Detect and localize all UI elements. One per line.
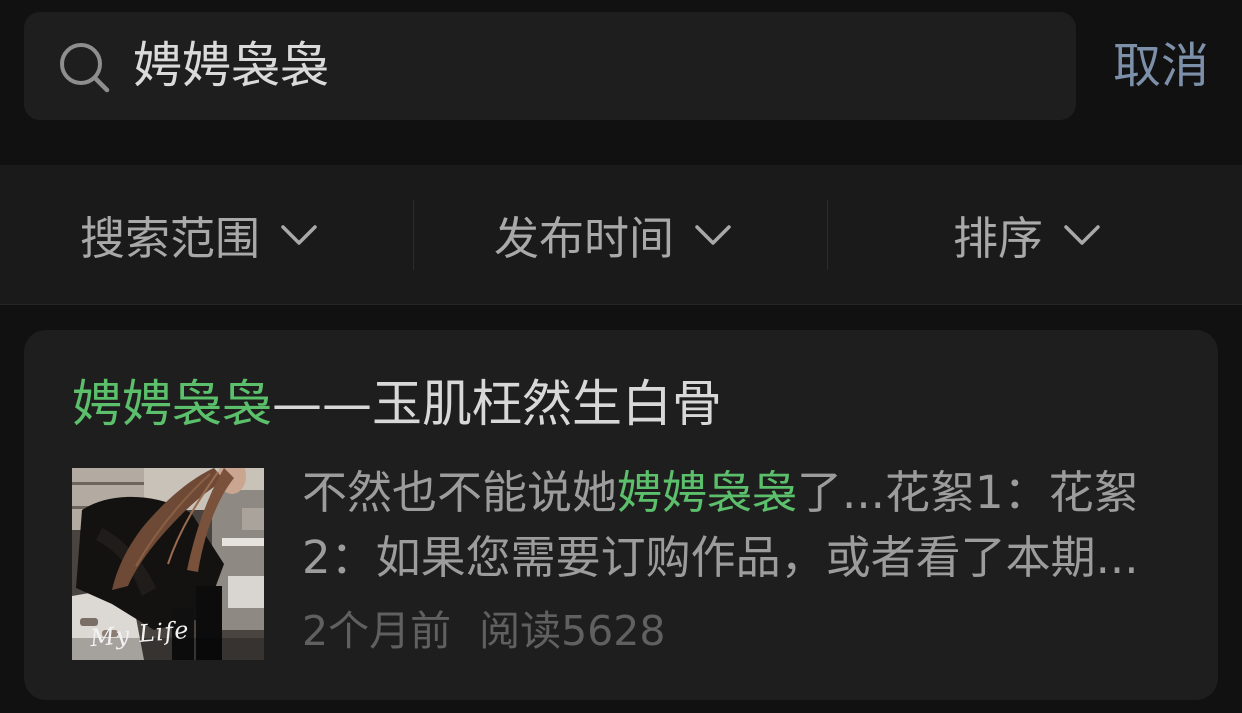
publish-time: 2个月前 — [302, 607, 452, 655]
filter-bar: 搜索范围 发布时间 排序 — [0, 165, 1242, 305]
search-icon — [60, 43, 110, 93]
result-excerpt: 不然也不能说她娉娉袅袅了...花絮1：花絮 2：如果您需要订购作品，或者看了本期… — [302, 460, 1192, 590]
read-count: 阅读5628 — [479, 607, 666, 655]
search-bar[interactable]: 娉娉袅袅 — [24, 12, 1076, 120]
filter-divider — [827, 200, 828, 270]
filter-search-scope[interactable]: 搜索范围 — [0, 165, 414, 304]
chevron-down-icon — [281, 224, 317, 245]
filter-sort[interactable]: 排序 — [828, 165, 1242, 304]
title-highlight: 娉娉袅袅 — [72, 375, 272, 433]
excerpt-line: 不然也不能说她娉娉袅袅了...花絮1：花絮 — [302, 460, 1192, 525]
result-card[interactable]: 娉娉袅袅——玉肌枉然生白骨 My Life 不然也不能说她娉娉袅袅了...花絮1… — [24, 330, 1218, 700]
chevron-down-icon — [1064, 224, 1100, 245]
result-title: 娉娉袅袅——玉肌枉然生白骨 — [72, 374, 722, 434]
excerpt-text: 了...花絮1：花絮 — [797, 466, 1139, 519]
chevron-down-icon — [695, 224, 731, 245]
filter-divider — [413, 200, 414, 270]
title-text: ——玉肌枉然生白骨 — [272, 375, 722, 433]
filter-label: 搜索范围 — [79, 212, 260, 265]
result-thumbnail: My Life — [72, 468, 264, 660]
excerpt-line: 2：如果您需要订购作品，或者看了本期... — [302, 531, 1139, 584]
search-input[interactable]: 娉娉袅袅 — [133, 12, 329, 120]
cancel-button[interactable]: 取消 — [1113, 12, 1209, 120]
filter-label: 发布时间 — [493, 212, 674, 265]
filter-label: 排序 — [952, 212, 1043, 265]
excerpt-highlight: 娉娉袅袅 — [617, 466, 798, 519]
result-meta: 2个月前 阅读5628 — [302, 606, 665, 656]
filter-publish-time[interactable]: 发布时间 — [414, 165, 828, 304]
excerpt-text: 不然也不能说她 — [302, 466, 618, 519]
